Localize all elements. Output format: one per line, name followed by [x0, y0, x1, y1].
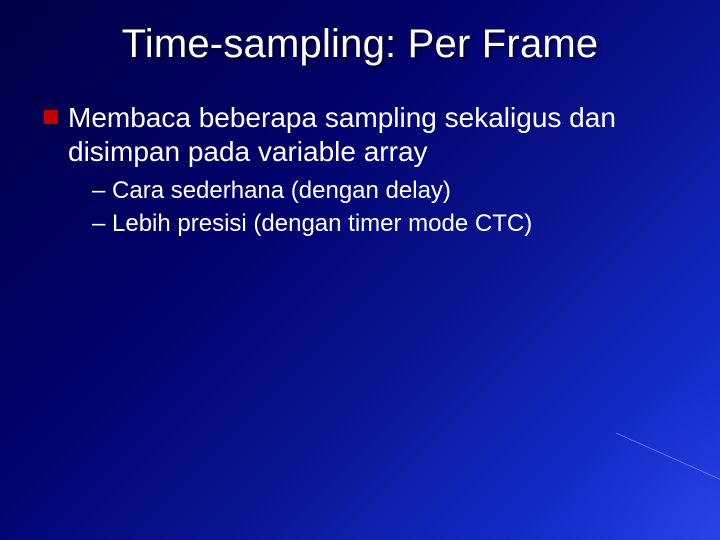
- sub-bullet-list: – Cara sederhana (dengan delay) – Lebih …: [92, 175, 676, 240]
- sub-bullet-item: – Cara sederhana (dengan delay): [92, 175, 676, 207]
- slide: Time-sampling: Per Frame Membaca beberap…: [0, 0, 720, 540]
- sub-bullet-item: – Lebih presisi (dengan timer mode CTC): [92, 208, 676, 240]
- slide-title: Time-sampling: Per Frame: [44, 22, 676, 67]
- bullet-text: Membaca beberapa sampling sekaligus dan …: [68, 101, 676, 169]
- square-bullet-icon: [44, 110, 58, 124]
- bullet-item: Membaca beberapa sampling sekaligus dan …: [44, 101, 676, 169]
